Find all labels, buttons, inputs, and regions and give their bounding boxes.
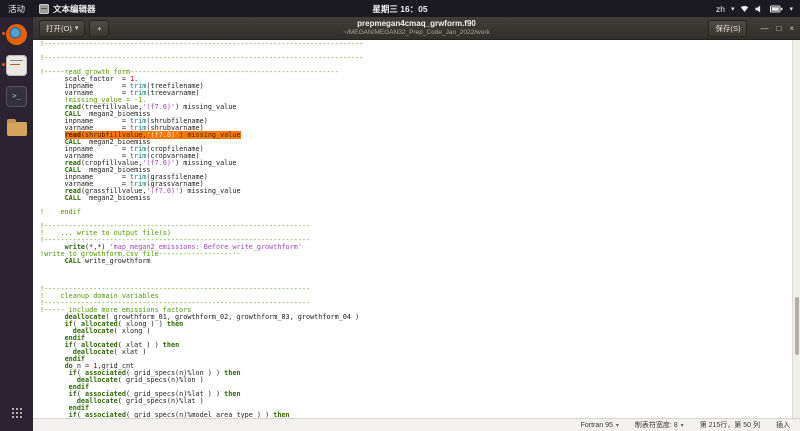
activities-button[interactable]: 活动 [8,3,25,15]
code-line[interactable]: read(shrubfillvalue,'(f7.0)') missing_va… [40,132,792,139]
dock-item-files[interactable] [4,115,30,139]
headerbar-right: 保存(S) — □ × [708,20,794,37]
headerbar: 打开(O) ▾ + prepmegan4cmaq_grwform.f90 ~/M… [33,17,800,40]
focused-app-menu[interactable]: 文本编辑器 [39,3,96,15]
volume-icon [755,5,764,13]
language-caret-icon: ▾ [616,422,619,429]
code-line[interactable]: if( allocated( xlong ) ) then [40,321,792,328]
plus-icon: + [97,23,101,34]
system-tray[interactable]: zh ▾ ▾ [716,4,793,14]
terminal-icon: >_ [6,86,27,107]
minimize-button[interactable]: — [760,24,768,33]
code-line[interactable]: CALL write_growthform [40,258,792,265]
code-line[interactable]: read(treefillvalue,'(f7.0)') missing_val… [40,104,792,111]
code-line[interactable]: read(grassfillvalue,'(f7.0)') missing_va… [40,188,792,195]
dock: >_ [0,17,33,431]
code-line[interactable]: if( associated( grid_specs(n)%model_area… [40,412,792,418]
tab-width-caret-icon: ▾ [681,422,684,429]
window-subtitle-path: ~/MEGAN/MEGAN32_Prep_Code_Jan_2022/work [343,29,490,36]
dock-item-terminal[interactable]: >_ [4,84,30,108]
new-tab-button[interactable]: + [89,20,109,37]
running-indicator [2,63,5,66]
code-line[interactable]: !-----read growth form------------------… [40,69,792,76]
system-menu-caret-icon: ▾ [789,5,793,13]
text-editor-window: 打开(O) ▾ + prepmegan4cmaq_grwform.f90 ~/M… [33,17,800,431]
top-bar: 活动 文本编辑器 星期三 16：05 zh ▾ ▾ [0,0,800,17]
scrollbar-thumb[interactable] [795,297,799,355]
insert-mode-indicator: 插入 [776,420,790,430]
tab-width-label: 制表符宽度: 8 [635,420,678,430]
open-button-label: 打开(O) [46,23,72,34]
save-button-label: 保存(S) [715,23,740,34]
text-editor-app-icon [39,4,49,14]
network-icon [740,5,749,13]
running-indicator [2,32,5,35]
code-line[interactable] [40,265,792,272]
code-line[interactable]: ! endif [40,209,792,216]
editor-viewport[interactable]: !---------------------------------------… [33,40,800,418]
window-controls: — □ × [760,24,794,33]
window-title: prepmegan4cmaq_grwform.f90 [343,19,490,28]
desktop: 活动 文本编辑器 星期三 16：05 zh ▾ ▾ >_ [0,0,800,431]
dock-item-firefox[interactable] [4,22,30,46]
code-line[interactable] [40,272,792,279]
text-editor-icon [6,55,27,76]
input-method-indicator[interactable]: zh [716,4,725,14]
code-line[interactable]: deallocate( grid_specs(n)%lat ) [40,398,792,405]
code-line[interactable]: endif [40,356,792,363]
battery-icon [770,5,783,13]
focused-app-name: 文本编辑器 [53,3,96,15]
code-line[interactable]: read(cropfillvalue,'(f7.0)') missing_val… [40,160,792,167]
insert-mode-label: 插入 [776,420,790,430]
title-block: prepmegan4cmaq_grwform.f90 ~/MEGAN/MEGAN… [343,19,490,36]
code-line[interactable]: !write to growthform.csv file-----------… [40,251,792,258]
clock[interactable]: 星期三 16：05 [372,3,427,15]
app-grid-icon [11,407,23,419]
code-line[interactable]: deallocate( xlong ) [40,328,792,335]
cursor-position-label: 第 215行，第 50 列 [700,420,760,430]
open-caret-icon: ▾ [75,23,79,34]
close-button[interactable]: × [789,24,794,33]
code-line[interactable] [40,202,792,209]
code-line[interactable]: deallocate( xlat ) [40,349,792,356]
language-selector[interactable]: Fortran 95 ▾ [581,422,619,429]
code-line[interactable]: if( allocated( xlat ) ) then [40,342,792,349]
code-line[interactable]: !---------------------------------------… [40,55,792,62]
show-applications-button[interactable] [4,401,30,425]
code-line[interactable]: deallocate( grid_specs(n)%lon ) [40,377,792,384]
dock-item-text-editor[interactable] [4,53,30,77]
cursor-position[interactable]: 第 215行，第 50 列 [700,420,760,430]
vertical-scrollbar[interactable] [792,40,800,418]
code-line[interactable]: CALL megan2_bioemiss [40,195,792,202]
open-button[interactable]: 打开(O) ▾ [39,20,85,37]
language-label: Fortran 95 [581,422,613,429]
save-button[interactable]: 保存(S) [708,20,747,37]
code-line[interactable]: !---------------------------------------… [40,41,792,48]
firefox-icon [6,24,27,45]
tab-width-selector[interactable]: 制表符宽度: 8 ▾ [635,420,684,430]
code-lines[interactable]: !---------------------------------------… [40,41,792,418]
maximize-button[interactable]: □ [776,24,781,33]
files-folder-icon [7,122,27,136]
code-line[interactable]: varname = trim(treevarname) [40,90,792,97]
statusbar: Fortran 95 ▾ 制表符宽度: 8 ▾ 第 215行，第 50 列 插入 [33,418,800,431]
input-caret-icon: ▾ [731,5,735,13]
